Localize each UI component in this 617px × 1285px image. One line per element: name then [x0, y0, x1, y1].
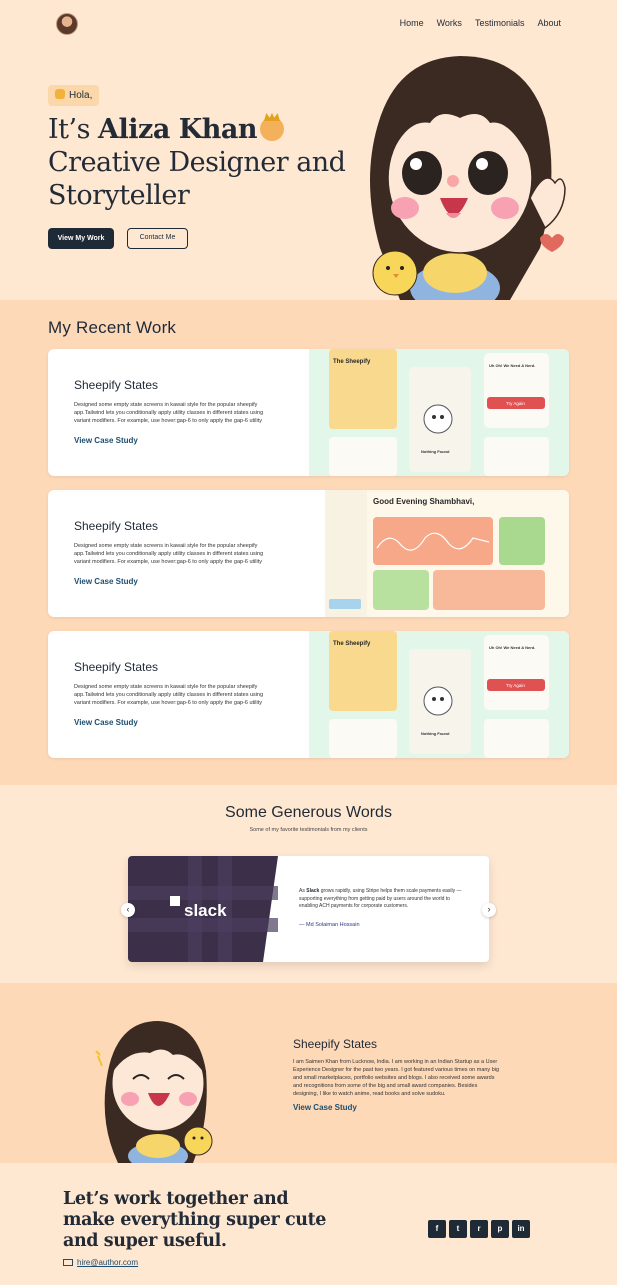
- recent-work-section: My Recent Work Sheepify States Designed …: [0, 300, 617, 785]
- nav-links: Home Works Testimonials About: [400, 18, 561, 28]
- avatar[interactable]: [56, 13, 78, 35]
- about-character-illustration: [95, 1021, 213, 1163]
- pinterest-icon[interactable]: p: [491, 1220, 509, 1238]
- card-title: Sheepify States: [74, 378, 159, 392]
- section-title: My Recent Work: [48, 318, 177, 337]
- nav-link-testimonials[interactable]: Testimonials: [475, 18, 525, 28]
- preview-text-uh-oh: Uh Oh! We Need A Nerd.: [489, 363, 535, 368]
- preview-text-greeting: Good Evening Shambhavi,: [373, 497, 474, 506]
- view-case-study-link[interactable]: View Case Study: [74, 577, 269, 586]
- linkedin-icon[interactable]: in: [512, 1220, 530, 1238]
- card-text: Sheepify States Designed some empty stat…: [74, 378, 269, 445]
- hero-title-name: Aliza Khan: [98, 114, 257, 145]
- view-case-study-link[interactable]: View Case Study: [293, 1103, 503, 1112]
- email-link[interactable]: hire@author.com: [63, 1258, 138, 1267]
- about-description: I am Saimen Khan from Lucknow, India. I …: [293, 1059, 500, 1097]
- nav-link-home[interactable]: Home: [400, 18, 424, 28]
- greeting-text: Hola,: [69, 90, 93, 101]
- facebook-icon[interactable]: f: [428, 1220, 446, 1238]
- email-text: hire@author.com: [77, 1258, 139, 1267]
- testimonial-quote: As Slack grows rapidly, using Stripe hel…: [299, 888, 469, 911]
- preview-text-sheepify: The Sheepify: [333, 641, 371, 647]
- reddit-icon[interactable]: r: [470, 1220, 488, 1238]
- next-arrow-icon[interactable]: ›: [482, 903, 496, 917]
- card-description: Designed some empty state screens in kaw…: [74, 543, 264, 565]
- card-preview-image: Good Evening Shambhavi,: [309, 490, 569, 617]
- card-description: Designed some empty state screens in kaw…: [74, 402, 264, 424]
- view-case-study-link[interactable]: View Case Study: [74, 436, 269, 445]
- card-title: Sheepify States: [74, 660, 159, 674]
- testimonials-section: Some Generous Words Some of my favorite …: [0, 785, 617, 983]
- hero-title-pre: It’s: [48, 114, 99, 145]
- quote-brand: Slack: [306, 888, 320, 894]
- contact-me-button[interactable]: Contact Me: [127, 228, 188, 249]
- waving-hand-icon: [55, 89, 65, 99]
- preview-text-nothing-found: Nothing Found: [421, 731, 450, 736]
- preview-text-sheepify: The Sheepify: [333, 359, 371, 365]
- card-text: Sheepify States Designed some empty stat…: [74, 660, 269, 727]
- hero-character-illustration: [370, 56, 566, 300]
- work-card[interactable]: Sheepify States Designed some empty stat…: [48, 349, 569, 476]
- testimonial-author: — Md Solaiman Hossain: [299, 922, 360, 928]
- preview-text-nothing-found: Nothing Found: [421, 449, 450, 454]
- testimonial-card: slack As Slack grows rapidly, using Stri…: [128, 856, 489, 962]
- section-title: Some Generous Words: [225, 804, 392, 821]
- nav-link-about[interactable]: About: [537, 18, 561, 28]
- about-section: Sheepify States I am Saimen Khan from Lu…: [0, 983, 617, 1163]
- view-case-study-link[interactable]: View Case Study: [74, 718, 269, 727]
- hero-section: Hola, It’s Aliza Khan Creative Designer …: [0, 48, 617, 300]
- preview-text-try-again: Try Again: [506, 683, 525, 688]
- hero-title-line3: Storyteller: [48, 180, 190, 211]
- work-card[interactable]: Sheepify States Designed some empty stat…: [48, 631, 569, 758]
- about-title: Sheepify States: [293, 1037, 378, 1051]
- footer-title: Let’s work together and make everything …: [63, 1189, 326, 1251]
- hero-title-line2: Creative Designer and: [48, 147, 346, 178]
- hero-title: It’s Aliza Khan Creative Designer and St…: [48, 113, 368, 212]
- preview-text-try-again: Try Again: [506, 401, 525, 406]
- card-preview-image: The Sheepify Nothing Found Uh Oh! We Nee…: [309, 349, 569, 476]
- princess-emoji-icon: [259, 117, 284, 141]
- section-subtitle: Some of my favorite testimonials from my…: [249, 827, 368, 833]
- quote-rest: grows rapidly, using Stripe helps them s…: [299, 888, 462, 909]
- card-title: Sheepify States: [74, 519, 159, 533]
- card-preview-image: The Sheepify Nothing Found Uh Oh! We Nee…: [309, 631, 569, 758]
- twitter-icon[interactable]: t: [449, 1220, 467, 1238]
- top-nav: Home Works Testimonials About: [0, 0, 617, 48]
- view-my-work-button[interactable]: View My Work: [48, 228, 114, 249]
- nav-link-works[interactable]: Works: [437, 18, 462, 28]
- card-description: Designed some empty state screens in kaw…: [74, 684, 264, 706]
- about-text: Sheepify States I am Saimen Khan from Lu…: [293, 1037, 503, 1112]
- slack-logo-text: slack: [184, 901, 227, 920]
- social-links: f t r p in: [428, 1220, 530, 1238]
- mail-icon: [63, 1259, 73, 1266]
- card-text: Sheepify States Designed some empty stat…: [74, 519, 269, 586]
- footer: Let’s work together and make everything …: [0, 1163, 617, 1285]
- preview-text-uh-oh: Uh Oh! We Need A Nerd.: [489, 645, 535, 650]
- prev-arrow-icon[interactable]: ‹: [121, 903, 135, 917]
- work-card[interactable]: Sheepify States Designed some empty stat…: [48, 490, 569, 617]
- greeting-badge: Hola,: [48, 85, 100, 106]
- slack-logo-panel: slack: [128, 856, 278, 962]
